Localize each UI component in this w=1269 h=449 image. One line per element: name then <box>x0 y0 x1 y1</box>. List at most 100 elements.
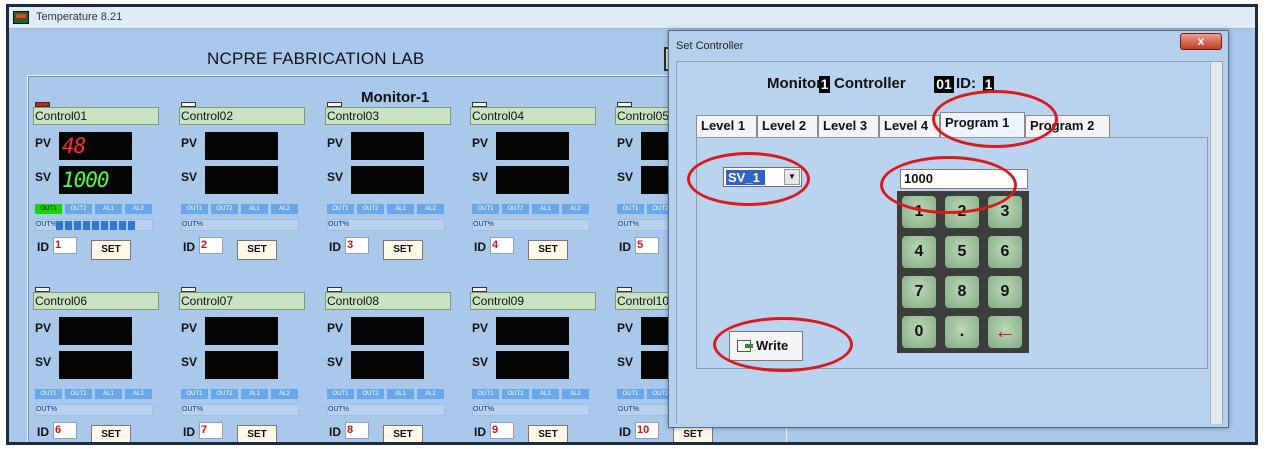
tab-level-4[interactable]: Level 4 <box>879 115 940 137</box>
tab-level-3[interactable]: Level 3 <box>818 115 879 137</box>
al1-indicator: AL1 <box>532 389 559 399</box>
id-field[interactable]: 1 <box>53 237 77 254</box>
outpct-label: OUT% <box>182 406 203 413</box>
id-label: ID <box>329 425 341 439</box>
tab-level-2[interactable]: Level 2 <box>757 115 818 137</box>
controller-panel: Control09 PV SV OUT1 OUT2 AL1 AL2 OUT% ID 9 SET <box>470 287 608 442</box>
dialog-scrollbar[interactable] <box>1210 62 1222 424</box>
al2-indicator: AL2 <box>417 204 444 214</box>
id-label: ID <box>37 425 49 439</box>
tab-level-1[interactable]: Level 1 <box>696 115 757 137</box>
outpct-label: OUT% <box>182 221 203 228</box>
sv-label: SV <box>617 170 634 184</box>
controller-name: Control07 <box>179 292 305 310</box>
id-field[interactable]: 4 <box>490 237 514 254</box>
set-button[interactable]: SET <box>528 240 568 260</box>
out2-indicator: OUT2 <box>357 204 384 214</box>
controller-name: Control04 <box>470 107 596 125</box>
backspace-arrow-icon[interactable]: ← <box>987 315 1023 349</box>
al2-indicator: AL2 <box>562 204 589 214</box>
key-decimal[interactable]: . <box>944 315 980 349</box>
key-9[interactable]: 9 <box>987 275 1023 309</box>
key-4[interactable]: 4 <box>901 235 937 269</box>
id-field[interactable]: 6 <box>53 422 77 439</box>
key-5[interactable]: 5 <box>944 235 980 269</box>
set-button[interactable]: SET <box>383 240 423 260</box>
pv-label: PV <box>617 136 634 150</box>
header-monitor-number: 1 <box>819 76 830 93</box>
out1-indicator: OUT1 <box>181 204 208 214</box>
outpct-label: OUT% <box>36 221 57 228</box>
window-title: Temperature 8.21 <box>36 11 123 23</box>
highlight-ellipse-program-tab <box>932 90 1058 148</box>
id-field[interactable]: 2 <box>199 237 223 254</box>
controller-panel: Control03 PV SV OUT1 OUT2 AL1 AL2 OUT% ID 3 SET <box>325 102 463 272</box>
out2-indicator: OUT2 <box>65 389 92 399</box>
al2-indicator: AL2 <box>271 389 298 399</box>
id-field[interactable]: 3 <box>345 237 369 254</box>
id-field[interactable]: 5 <box>635 237 659 254</box>
sv-label: SV <box>327 355 344 369</box>
pv-display <box>59 317 132 345</box>
out1-indicator: OUT1 <box>472 204 499 214</box>
id-label: ID <box>183 240 195 254</box>
output-percent-bar: OUT% <box>35 404 153 416</box>
out1-indicator: OUT1 <box>35 389 62 399</box>
set-button[interactable]: SET <box>383 425 423 442</box>
key-7[interactable]: 7 <box>901 275 937 309</box>
key-0[interactable]: 0 <box>901 315 937 349</box>
id-field[interactable]: 9 <box>490 422 514 439</box>
key-6[interactable]: 6 <box>987 235 1023 269</box>
output-percent-bar: OUT% <box>327 219 445 231</box>
pv-display <box>351 317 424 345</box>
header-controller-number: 01 <box>934 76 954 93</box>
sv-label: SV <box>472 355 489 369</box>
pv-label: PV <box>472 321 489 335</box>
output-percent-bar: OUT% <box>181 219 299 231</box>
output-indicators: OUT1OUT2AL1AL2 <box>181 204 299 215</box>
sv-label: SV <box>472 170 489 184</box>
output-percent-bar: OUT% <box>327 404 445 416</box>
set-button[interactable]: SET <box>237 240 277 260</box>
outpct-label: OUT% <box>473 406 494 413</box>
id-label: ID <box>183 425 195 439</box>
output-percent-bar: OUT% <box>472 219 590 231</box>
sv-display <box>351 166 424 194</box>
al2-indicator: AL2 <box>271 204 298 214</box>
controller-name: Control09 <box>470 292 596 310</box>
al1-indicator: AL1 <box>241 389 268 399</box>
id-label: ID <box>619 425 631 439</box>
pv-display <box>496 132 569 160</box>
controller-name: Control02 <box>179 107 305 125</box>
pv-display <box>496 317 569 345</box>
sv-label: SV <box>35 170 52 184</box>
out1-indicator: OUT1 <box>327 389 354 399</box>
highlight-ellipse-parameter <box>687 152 810 206</box>
outpct-label: OUT% <box>36 406 57 413</box>
id-field[interactable]: 10 <box>635 422 659 439</box>
output-percent-bar: OUT% <box>35 219 153 231</box>
set-button[interactable]: SET <box>237 425 277 442</box>
outpct-label: OUT% <box>618 406 639 413</box>
set-button[interactable]: SET <box>673 425 713 442</box>
set-button[interactable]: SET <box>91 425 131 442</box>
set-button[interactable]: SET <box>528 425 568 442</box>
controller-name: Control03 <box>325 107 451 125</box>
out1-indicator: OUT1 <box>617 389 644 399</box>
dialog-title: Set Controller <box>676 40 744 52</box>
output-percent-bar: OUT% <box>181 404 299 416</box>
out1-indicator: OUT1 <box>327 204 354 214</box>
set-button[interactable]: SET <box>91 240 131 260</box>
out1-indicator: OUT1 <box>181 389 208 399</box>
sv-display <box>205 351 278 379</box>
controller-panel: Control07 PV SV OUT1 OUT2 AL1 AL2 OUT% ID 7 SET <box>179 287 317 442</box>
sv-display <box>496 166 569 194</box>
al2-indicator: AL2 <box>417 389 444 399</box>
id-field[interactable]: 7 <box>199 422 223 439</box>
id-label: ID <box>37 240 49 254</box>
close-button[interactable]: x <box>1180 33 1222 50</box>
key-8[interactable]: 8 <box>944 275 980 309</box>
sv-label: SV <box>35 355 52 369</box>
dialog-titlebar: Set Controller x <box>669 31 1228 61</box>
id-field[interactable]: 8 <box>345 422 369 439</box>
